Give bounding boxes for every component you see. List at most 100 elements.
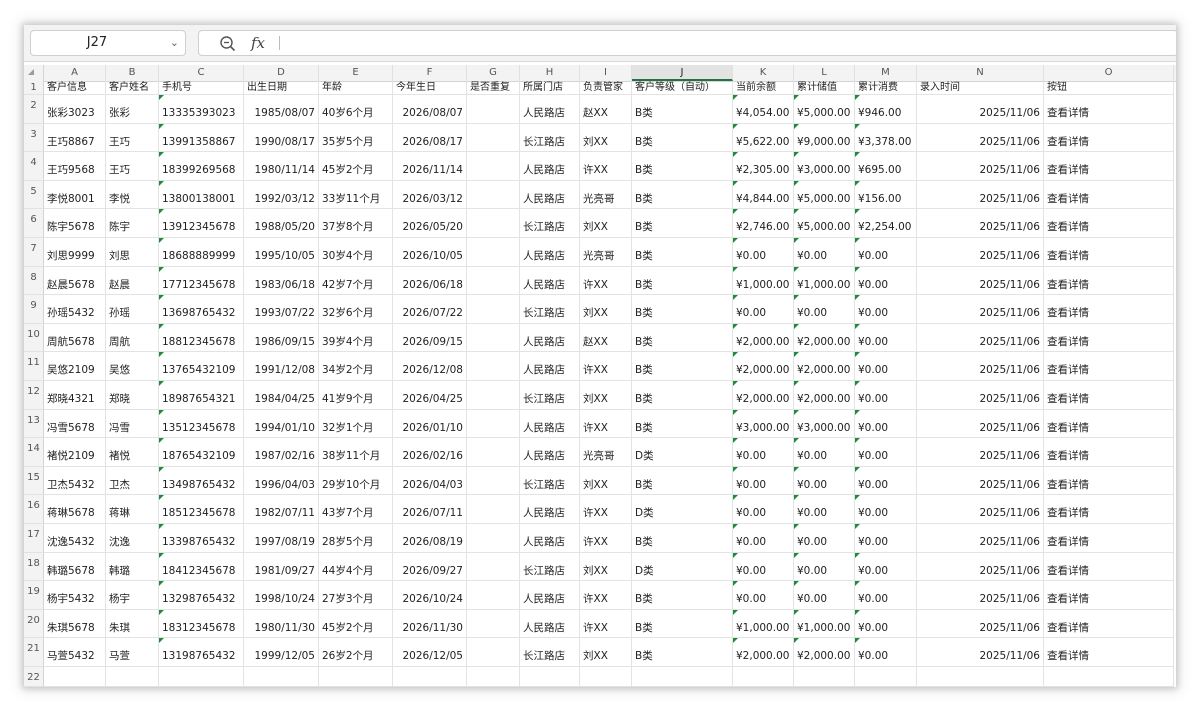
- table-cell[interactable]: ¥0.00: [855, 324, 917, 352]
- table-cell[interactable]: 2026/02/16: [393, 438, 467, 467]
- table-cell[interactable]: 44岁4个月: [319, 553, 393, 581]
- table-cell[interactable]: 孙瑶: [106, 295, 159, 324]
- table-cell[interactable]: ¥1,000.00: [794, 610, 855, 638]
- table-cell[interactable]: ¥1,000.00: [794, 267, 855, 295]
- table-cell[interactable]: 2026/12/05: [393, 638, 467, 667]
- table-cell[interactable]: 18688889999: [159, 238, 244, 267]
- empty-cell[interactable]: [1044, 667, 1174, 687]
- table-cell[interactable]: ¥0.00: [855, 410, 917, 438]
- table-cell[interactable]: 2025/11/06: [917, 381, 1044, 410]
- table-cell[interactable]: [467, 181, 520, 209]
- row-header[interactable]: 17: [24, 524, 44, 553]
- table-cell[interactable]: 光亮哥: [580, 181, 632, 209]
- table-cell[interactable]: 13335393023: [159, 95, 244, 124]
- table-cell[interactable]: ¥0.00: [733, 238, 794, 267]
- table-cell[interactable]: 陈宇5678: [44, 209, 106, 238]
- table-cell[interactable]: 吴悠2109: [44, 352, 106, 381]
- row-header[interactable]: 2: [24, 95, 44, 124]
- table-cell[interactable]: [467, 495, 520, 524]
- table-cell[interactable]: ¥0.00: [733, 467, 794, 495]
- table-cell[interactable]: 王巧8867: [44, 124, 106, 152]
- row-header[interactable]: 11: [24, 352, 44, 381]
- table-cell[interactable]: 2026/09/27: [393, 553, 467, 581]
- table-cell[interactable]: 卫杰: [106, 467, 159, 495]
- table-cell[interactable]: ¥0.00: [855, 610, 917, 638]
- table-cell[interactable]: 43岁7个月: [319, 495, 393, 524]
- empty-cell[interactable]: [393, 667, 467, 687]
- table-cell[interactable]: ¥3,000.00: [794, 410, 855, 438]
- table-cell[interactable]: 光亮哥: [580, 438, 632, 467]
- table-cell[interactable]: 29岁10个月: [319, 467, 393, 495]
- table-cell[interactable]: 郑晓: [106, 381, 159, 410]
- table-cell[interactable]: 1993/07/22: [244, 295, 319, 324]
- table-cell[interactable]: 18812345678: [159, 324, 244, 352]
- table-cell[interactable]: 13698765432: [159, 295, 244, 324]
- table-cell[interactable]: 查看详情: [1044, 124, 1174, 152]
- table-cell[interactable]: ¥5,622.00: [733, 124, 794, 152]
- table-cell[interactable]: 人民路店: [520, 152, 580, 181]
- table-cell[interactable]: 人民路店: [520, 438, 580, 467]
- column-header-e[interactable]: E: [319, 65, 393, 81]
- table-cell[interactable]: ¥9,000.00: [794, 124, 855, 152]
- table-cell[interactable]: ¥1,000.00: [733, 610, 794, 638]
- table-cell[interactable]: 1986/09/15: [244, 324, 319, 352]
- table-cell[interactable]: 2026/04/25: [393, 381, 467, 410]
- table-cell[interactable]: 许XX: [580, 610, 632, 638]
- table-cell[interactable]: 26岁2个月: [319, 638, 393, 667]
- table-cell[interactable]: 2026/10/24: [393, 581, 467, 610]
- table-cell[interactable]: 长江路店: [520, 381, 580, 410]
- column-header-b[interactable]: B: [106, 65, 159, 81]
- column-header-j[interactable]: J: [632, 65, 733, 81]
- column-header-l[interactable]: L: [794, 65, 855, 81]
- table-cell[interactable]: 冯雪5678: [44, 410, 106, 438]
- table-cell[interactable]: 蒋琳5678: [44, 495, 106, 524]
- table-cell[interactable]: 杨宇5432: [44, 581, 106, 610]
- empty-cell[interactable]: [917, 667, 1044, 687]
- row-header[interactable]: 3: [24, 124, 44, 152]
- table-cell[interactable]: [467, 267, 520, 295]
- header-cell[interactable]: 累计储值: [794, 81, 855, 95]
- table-cell[interactable]: ¥3,000.00: [733, 410, 794, 438]
- table-cell[interactable]: 人民路店: [520, 238, 580, 267]
- table-cell[interactable]: ¥0.00: [733, 524, 794, 553]
- table-cell[interactable]: 朱琪5678: [44, 610, 106, 638]
- table-cell[interactable]: D类: [632, 438, 733, 467]
- table-cell[interactable]: 刘XX: [580, 467, 632, 495]
- table-cell[interactable]: 王巧9568: [44, 152, 106, 181]
- table-cell[interactable]: 长江路店: [520, 638, 580, 667]
- table-cell[interactable]: 13912345678: [159, 209, 244, 238]
- table-cell[interactable]: 查看详情: [1044, 352, 1174, 381]
- header-cell[interactable]: 今年生日: [393, 81, 467, 95]
- table-cell[interactable]: 42岁7个月: [319, 267, 393, 295]
- table-cell[interactable]: 王巧: [106, 124, 159, 152]
- table-cell[interactable]: 38岁11个月: [319, 438, 393, 467]
- table-cell[interactable]: ¥2,254.00: [855, 209, 917, 238]
- table-cell[interactable]: ¥0.00: [794, 438, 855, 467]
- table-cell[interactable]: [467, 95, 520, 124]
- table-cell[interactable]: ¥156.00: [855, 181, 917, 209]
- column-header-h[interactable]: H: [520, 65, 580, 81]
- empty-cell[interactable]: [159, 667, 244, 687]
- table-cell[interactable]: 2025/11/06: [917, 410, 1044, 438]
- column-header-i[interactable]: I: [580, 65, 632, 81]
- table-cell[interactable]: 人民路店: [520, 181, 580, 209]
- row-header[interactable]: 9: [24, 295, 44, 324]
- table-cell[interactable]: 13298765432: [159, 581, 244, 610]
- empty-cell[interactable]: [733, 667, 794, 687]
- table-cell[interactable]: ¥0.00: [733, 295, 794, 324]
- table-cell[interactable]: 45岁2个月: [319, 152, 393, 181]
- column-header-n[interactable]: N: [917, 65, 1044, 81]
- table-cell[interactable]: 长江路店: [520, 467, 580, 495]
- table-cell[interactable]: 1994/01/10: [244, 410, 319, 438]
- table-cell[interactable]: [467, 209, 520, 238]
- function-icon[interactable]: fx: [251, 31, 265, 55]
- table-cell[interactable]: 查看详情: [1044, 581, 1174, 610]
- table-cell[interactable]: ¥0.00: [733, 553, 794, 581]
- table-cell[interactable]: 查看详情: [1044, 381, 1174, 410]
- table-cell[interactable]: 查看详情: [1044, 553, 1174, 581]
- table-cell[interactable]: 2025/11/06: [917, 95, 1044, 124]
- table-cell[interactable]: 33岁11个月: [319, 181, 393, 209]
- table-cell[interactable]: 许XX: [580, 267, 632, 295]
- table-cell[interactable]: ¥4,054.00: [733, 95, 794, 124]
- table-cell[interactable]: 韩璐5678: [44, 553, 106, 581]
